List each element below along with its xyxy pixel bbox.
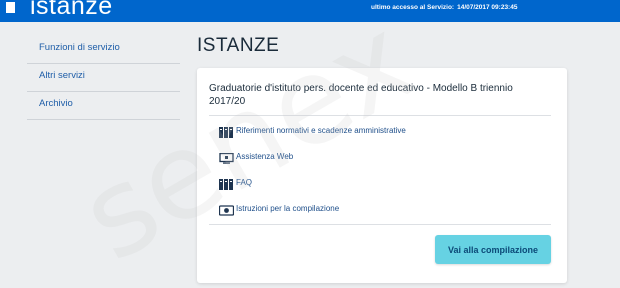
link-label: Assistenza Web [236,151,294,161]
video-icon [218,203,235,216]
last-access-label: ultimo accesso al Servizio: [371,4,455,11]
link-assistenza-web[interactable]: Assistenza Web [219,149,294,164]
sidebar-item-archivio[interactable]: Archivio [27,92,180,120]
card-divider-bottom [209,224,551,225]
link-riferimenti-normativi[interactable]: Riferimenti normativi e scadenze amminis… [219,123,406,138]
vai-alla-compilazione-button[interactable]: Vai alla compilazione [435,235,551,264]
app-logo[interactable]: istanze [30,0,113,21]
last-access-info: ultimo accesso al Servizio: 14/07/2017 09… [371,4,517,11]
card-divider-top [209,115,551,116]
link-label: Riferimenti normativi e scadenze amminis… [236,125,406,135]
books-icon [219,125,234,138]
page-title: ISTANZE [197,35,280,56]
card-title: Graduatorie d'istituto pers. docente ed … [209,83,513,107]
link-istruzioni-compilazione[interactable]: Istruzioni per la compilazione [218,201,340,216]
sidebar-item-altri-servizi[interactable]: Altri servizi [27,64,180,92]
link-label: Istruzioni per la compilazione [236,203,340,213]
monitor-icon [219,151,234,164]
link-label: FAQ [236,177,253,187]
link-faq[interactable]: FAQ [219,175,253,190]
top-bar: istanze ultimo accesso al Servizio: 14/07… [0,0,620,22]
logo-mark [6,2,15,13]
books-icon [219,177,234,190]
instance-card: Graduatorie d'istituto pers. docente ed … [197,68,567,283]
sidebar-item-funzioni-di-servizio[interactable]: Funzioni di servizio [27,36,180,64]
sidebar: Funzioni di servizio Altri servizi Archi… [27,36,180,120]
last-access-value: 14/07/2017 09:23:45 [457,4,518,11]
